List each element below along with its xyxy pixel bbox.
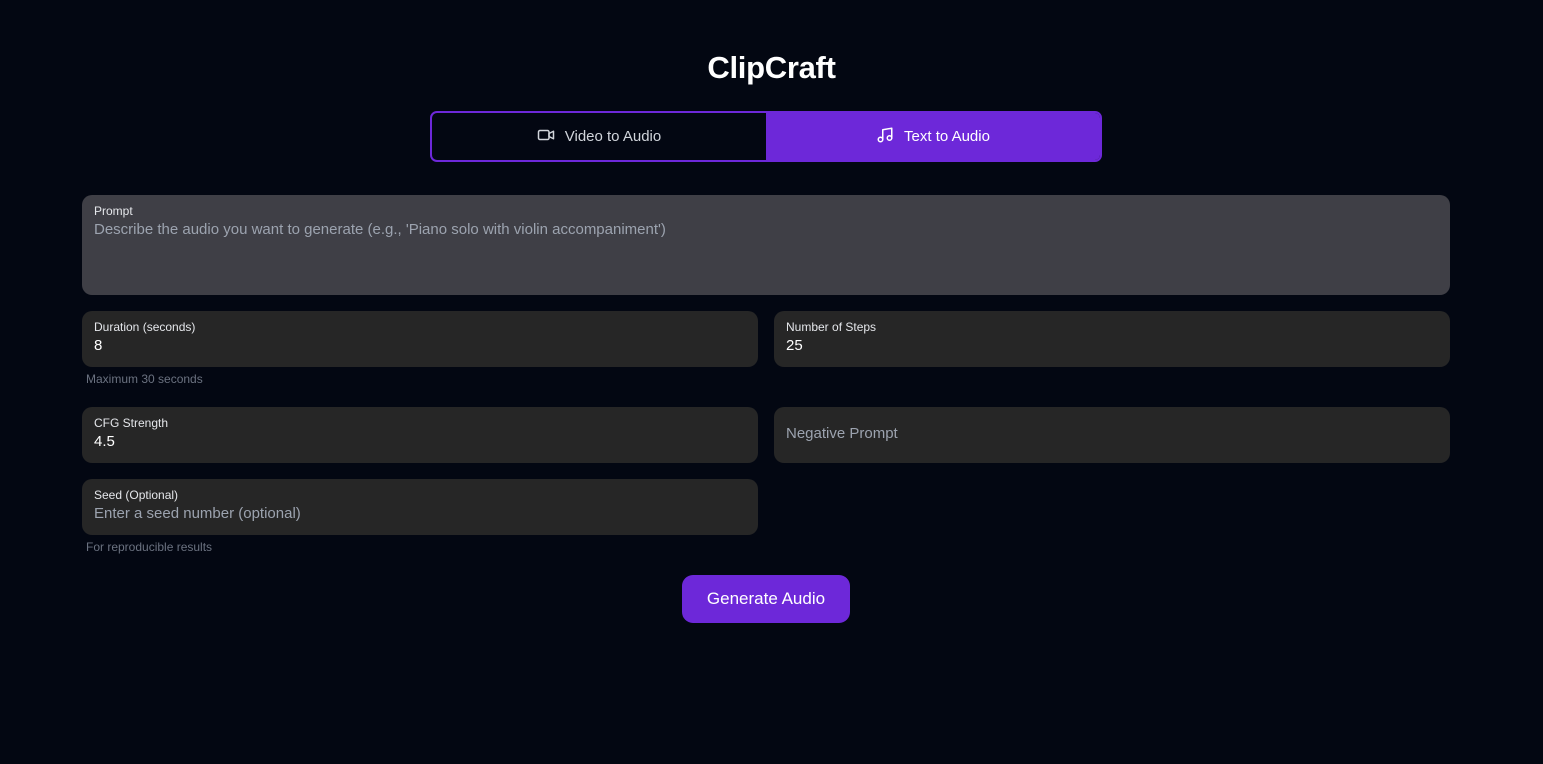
- duration-field: Duration (seconds): [82, 311, 758, 367]
- negative-prompt-input[interactable]: [786, 425, 1438, 442]
- duration-label: Duration (seconds): [94, 320, 196, 334]
- cfg-label: CFG Strength: [94, 416, 169, 430]
- seed-field: Seed (Optional): [82, 479, 758, 535]
- negative-prompt-field: [774, 407, 1450, 463]
- app-title: ClipCraft: [707, 50, 836, 85]
- steps-label: Number of Steps: [786, 320, 877, 334]
- seed-input[interactable]: [94, 505, 746, 522]
- prompt-label: Prompt: [94, 204, 133, 218]
- generate-audio-button[interactable]: Generate Audio: [682, 575, 850, 623]
- cfg-input[interactable]: [94, 433, 746, 450]
- tab-text-to-audio-label: Text to Audio: [904, 128, 990, 145]
- duration-hint: Maximum 30 seconds: [86, 372, 203, 386]
- steps-input[interactable]: [786, 337, 1438, 354]
- prompt-input[interactable]: [94, 221, 1438, 277]
- seed-label: Seed (Optional): [94, 488, 179, 502]
- tab-video-to-audio-label: Video to Audio: [564, 128, 662, 145]
- video-camera-icon: [537, 126, 555, 148]
- steps-field: Number of Steps: [774, 311, 1450, 367]
- tab-video-to-audio[interactable]: Video to Audio: [432, 113, 766, 160]
- duration-input[interactable]: [94, 337, 746, 354]
- tab-text-to-audio[interactable]: Text to Audio: [766, 113, 1100, 160]
- cfg-field: CFG Strength: [82, 407, 758, 463]
- mode-tabs: Video to Audio Text to Audio: [430, 111, 1102, 162]
- seed-hint: For reproducible results: [86, 540, 213, 554]
- music-note-icon: [876, 126, 894, 148]
- prompt-field: Prompt: [82, 195, 1450, 295]
